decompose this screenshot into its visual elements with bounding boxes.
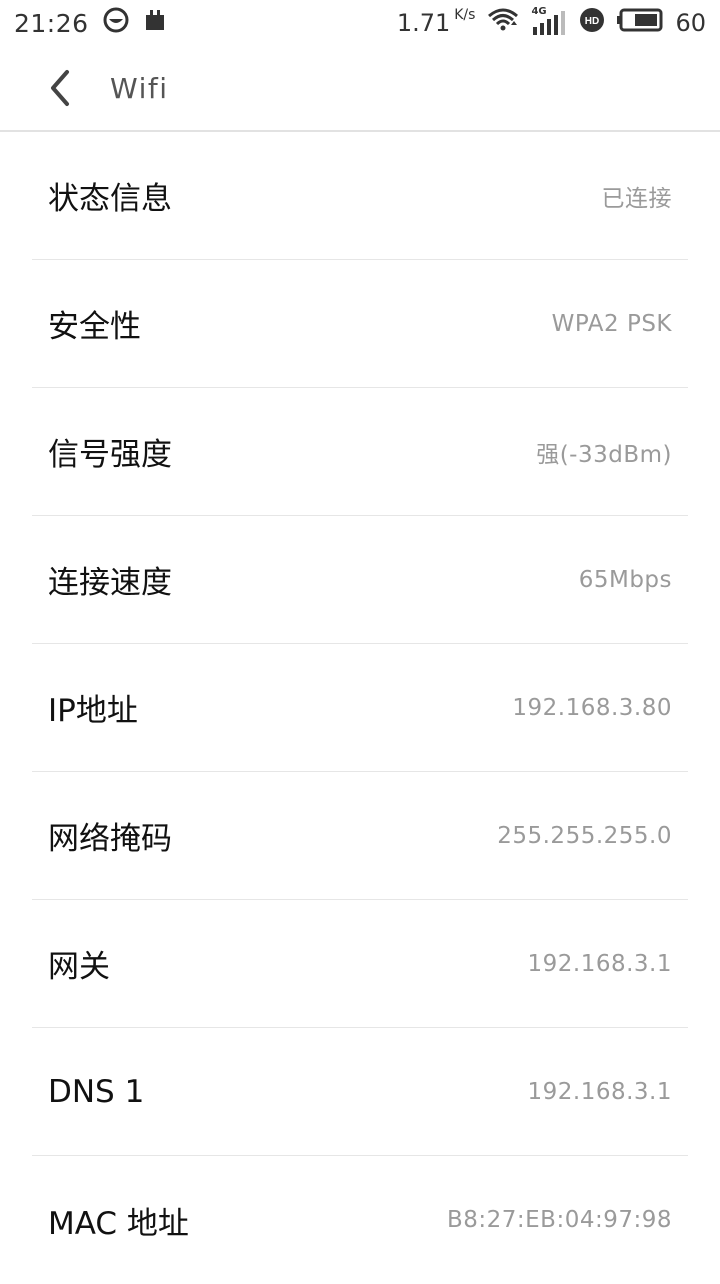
chevron-left-icon bbox=[51, 70, 69, 106]
page-title: Wifi bbox=[110, 71, 169, 105]
info-row-mac-address: MAC 地址 B8:27:EB:04:97:98 bbox=[32, 1156, 688, 1284]
network-speed-unit: K/s bbox=[454, 7, 476, 23]
info-value: 255.255.255.0 bbox=[497, 822, 672, 849]
info-label: 状态信息 bbox=[48, 181, 172, 217]
info-label: 网络掩码 bbox=[48, 821, 172, 857]
info-row-dns1: DNS 1 192.168.3.1 bbox=[32, 1028, 688, 1156]
info-value: WPA2 PSK bbox=[551, 310, 672, 337]
status-bar-left: 21:26 bbox=[14, 7, 167, 39]
info-row-gateway: 网关 192.168.3.1 bbox=[32, 900, 688, 1028]
status-bar-right: 1.71 K/s 4G HD 60 bbox=[396, 6, 706, 39]
app-header: Wifi bbox=[0, 46, 720, 132]
info-row-signal-strength: 信号强度 强(-33dBm) bbox=[32, 388, 688, 516]
status-bar: 21:26 1.71 K/s 4G HD 60 bbox=[0, 0, 720, 46]
info-value: 192.168.3.1 bbox=[527, 1078, 672, 1105]
app-notification-icon bbox=[103, 7, 129, 39]
info-value: 192.168.3.1 bbox=[527, 950, 672, 977]
svg-text:HD: HD bbox=[585, 16, 599, 27]
info-row-netmask: 网络掩码 255.255.255.0 bbox=[32, 772, 688, 900]
info-row-link-speed: 连接速度 65Mbps bbox=[32, 516, 688, 644]
bag-notification-icon bbox=[143, 8, 167, 38]
info-row-status: 状态信息 已连接 bbox=[32, 132, 688, 260]
status-time: 21:26 bbox=[14, 8, 89, 38]
battery-icon bbox=[617, 8, 663, 38]
info-label: IP地址 bbox=[48, 693, 138, 729]
info-value: B8:27:EB:04:97:98 bbox=[446, 1207, 672, 1233]
info-label: MAC 地址 bbox=[48, 1205, 189, 1242]
wifi-signal-icon bbox=[487, 7, 519, 39]
cellular-signal-icon: 4G bbox=[531, 6, 567, 36]
info-label: 信号强度 bbox=[48, 437, 172, 473]
battery-level: 60 bbox=[675, 9, 706, 37]
hd-voice-icon: HD bbox=[579, 7, 605, 39]
wifi-info-list: 状态信息 已连接 安全性 WPA2 PSK 信号强度 强(-33dBm) 连接速… bbox=[32, 132, 688, 1284]
network-speed-value: 1.71 bbox=[396, 9, 451, 37]
info-row-ip-address: IP地址 192.168.3.80 bbox=[32, 644, 688, 772]
info-value: 已连接 bbox=[601, 185, 672, 212]
info-value: 65Mbps bbox=[578, 566, 672, 593]
info-label: 连接速度 bbox=[48, 565, 172, 601]
info-label: 安全性 bbox=[48, 309, 141, 345]
info-value: 强(-33dBm) bbox=[536, 441, 672, 468]
info-label: DNS 1 bbox=[48, 1073, 145, 1110]
info-label: 网关 bbox=[48, 949, 110, 985]
info-value: 192.168.3.80 bbox=[512, 694, 672, 721]
network-speed: 1.71 K/s bbox=[396, 7, 476, 37]
info-row-security: 安全性 WPA2 PSK bbox=[32, 260, 688, 388]
back-button[interactable] bbox=[20, 45, 100, 131]
